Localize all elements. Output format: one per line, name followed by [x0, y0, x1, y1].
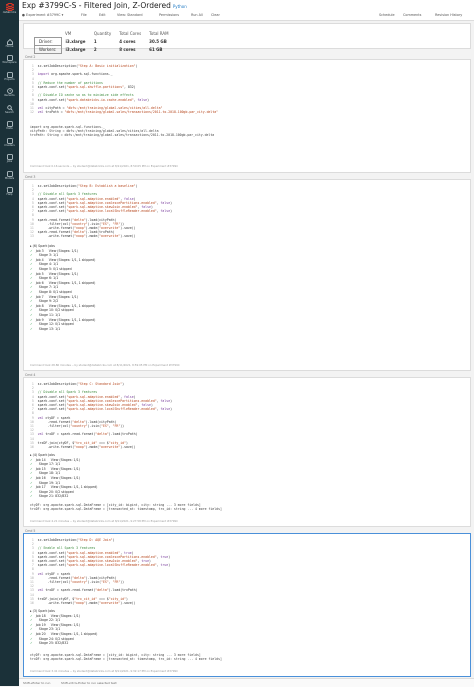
sidebar-item-databricks[interactable]: databricks [0, 3, 19, 17]
sidebar-item-label: Search [5, 110, 14, 114]
cluster-info-cell[interactable]: VM Quantity Total Cores Total RAM Driver… [23, 23, 471, 54]
sidebar-item-data[interactable]: Data [0, 121, 19, 135]
sidebar-item-label: Recents [4, 94, 15, 97]
code-editor[interactable]: 1 sc.setJobDescription("Step B: Establis… [30, 184, 172, 239]
code-cell-cmd5[interactable]: 1 sc.setJobDescription("Step D: AQE Join… [23, 533, 471, 677]
sidebar-item-label: Data [6, 127, 13, 130]
status-hint-selected: Shift+Ctrl+Enter to run selected text [61, 681, 117, 685]
sidebar-item-label: Workspace [2, 61, 17, 64]
clear-button[interactable]: Clear [211, 13, 220, 17]
edit-menu[interactable]: Edit [99, 13, 106, 17]
code-cell-cmd4[interactable]: 1 sc.setJobDescription("Step C: Standard… [23, 377, 471, 527]
code-cell-cmd3[interactable]: 1 sc.setJobDescription("Step B: Establis… [23, 179, 471, 371]
code-editor[interactable]: 1 sc.setJobDescription("Step A: Basic in… [30, 64, 218, 114]
code-cell-cmd2[interactable]: 1 sc.setJobDescription("Step A: Basic in… [23, 59, 471, 173]
sidebar-item-home[interactable]: Home [0, 38, 19, 53]
sidebar-item-label: Jobs [6, 160, 13, 163]
cell-output: import org.apache.spark.sql.functions._ … [30, 125, 215, 138]
spark-jobs-list[interactable]: ▸ (4) Spark Jobs ✓ Job 14 View (Stages: … [30, 453, 97, 499]
title-bar: Exp #3799C-S - Filtered Join, Z-Ordered P… [19, 0, 474, 12]
spark-jobs-list[interactable]: ▸ (6) Spark Jobs ✓ Job 3 View (Stages: 1… [30, 244, 95, 331]
comments-button[interactable]: Comments [403, 13, 421, 17]
table-row: Workers: i3.xlarge 2 8 cores 61 GB [34, 45, 173, 54]
sidebar-item-jobs[interactable]: Jobs [0, 154, 19, 168]
sidebar-item-search[interactable]: Search [0, 104, 19, 119]
sidebar-item-models[interactable]: Models [0, 170, 19, 185]
language-label[interactable]: Python [173, 4, 187, 9]
sidebar-item-label: Help [6, 193, 13, 196]
command-footer: Command took 28.86 minutes -- by student… [30, 363, 180, 367]
sidebar-item-label: Models [4, 176, 15, 180]
command-footer: Command took 3.41 minutes -- by student@… [30, 669, 178, 673]
cluster-table: VM Quantity Total Cores Total RAM Driver… [34, 30, 173, 54]
notebook-title[interactable]: Exp #3799C-S - Filtered Join, Z-Ordered P… [22, 1, 187, 10]
revision-history-button[interactable]: Revision History [435, 13, 462, 17]
sidebar-item-label: Home [5, 44, 14, 48]
sidebar-item-label: Clusters [4, 143, 15, 147]
sidebar: databricks Home Workspace Projects Recents Se… [0, 0, 19, 686]
code-editor[interactable]: 1 sc.setJobDescription("Step D: AQE Join… [30, 538, 170, 605]
sidebar-item-recents[interactable]: Recents [0, 88, 19, 102]
file-menu[interactable]: File [81, 13, 87, 17]
table-row: Driver: i3.xlarge 1 4 cores 30.5 GB [34, 37, 173, 46]
sidebar-item-clusters[interactable]: Clusters [0, 137, 19, 152]
command-footer: Command took 4.21 minutes -- by student@… [30, 519, 178, 523]
status-hint: Shift+Enter to run [23, 681, 51, 685]
spark-jobs-list[interactable]: ▸ (3) Spark Jobs ✓ Job 18 View (Stages: … [30, 609, 97, 646]
permissions-button[interactable]: Permissions [159, 13, 179, 17]
databricks-logo [0, 3, 19, 11]
sidebar-item-label: databricks [2, 11, 17, 14]
run-all-button[interactable]: Run All [191, 13, 203, 17]
sidebar-item-label: Projects [4, 77, 15, 81]
schedule-button[interactable]: Schedule [379, 13, 395, 17]
sidebar-item-help[interactable]: Help [0, 187, 19, 201]
notebook-toolbar: ● Experiment #3799C ▾ File Edit View: St… [19, 12, 474, 21]
sidebar-item-workspace[interactable]: Workspace [0, 55, 19, 69]
view-menu[interactable]: View: Standard [117, 13, 143, 17]
cell-output: ctyDF: org.apache.spark.sql.DataFrame = … [30, 503, 222, 512]
notebook-content: VM Quantity Total Cores Total RAM Driver… [21, 22, 472, 686]
command-footer: Command took 0.16 seconds -- by student@… [30, 164, 179, 168]
code-editor[interactable]: 1 sc.setJobDescription("Step C: Standard… [30, 382, 172, 449]
sidebar-item-projects[interactable]: Projects [0, 71, 19, 86]
cell-output: ctyDF: org.apache.spark.sql.DataFrame = … [30, 653, 222, 662]
cluster-selector[interactable]: ● Experiment #3799C ▾ [22, 13, 63, 17]
